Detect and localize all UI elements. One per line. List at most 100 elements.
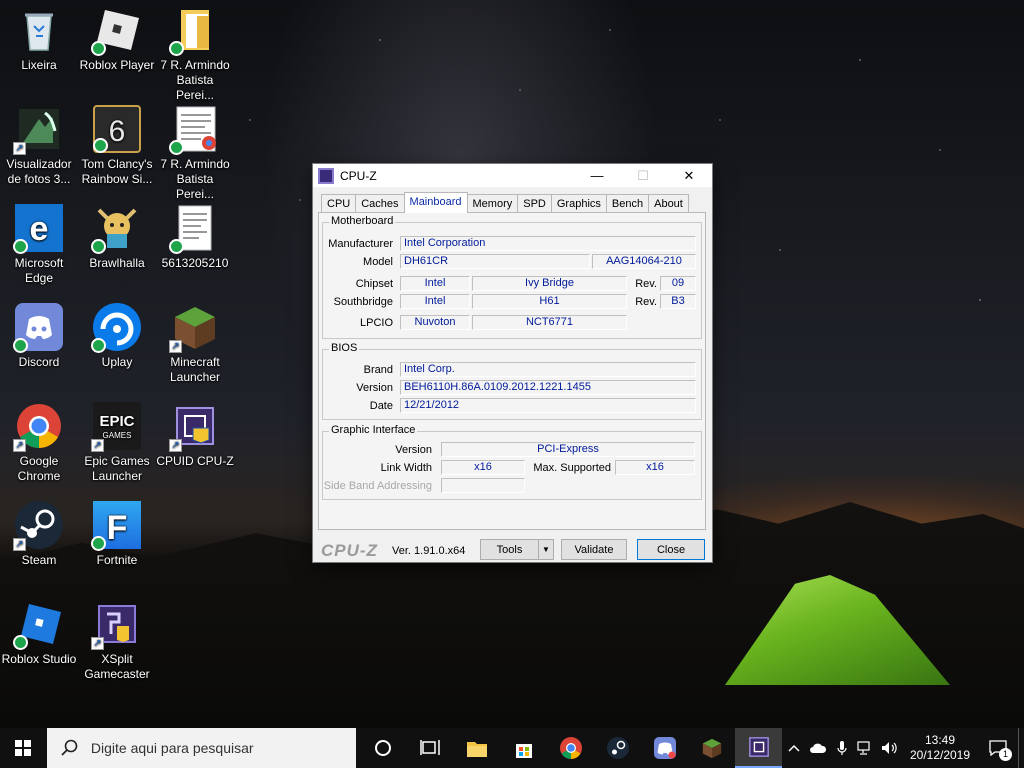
taskbar-store[interactable]: [501, 728, 548, 768]
taskbar-steam[interactable]: [594, 728, 641, 768]
window-titlebar[interactable]: CPU-Z — ☐ ✕: [313, 164, 712, 187]
cortana-icon: [375, 740, 392, 756]
clock[interactable]: 13:49 20/12/2019: [902, 733, 978, 763]
search-placeholder: Digite aqui para pesquisar: [90, 740, 254, 756]
shortcut-arrow-icon: ↗: [13, 538, 26, 551]
window-footer: CPU-Z Ver. 1.91.0.x64 Tools ▼ Validate C…: [313, 536, 712, 562]
taskbar-file-explorer[interactable]: [454, 728, 501, 768]
tab-graphics[interactable]: Graphics: [550, 194, 607, 213]
lpcio-name-value: NCT6771: [472, 315, 627, 330]
minimize-button[interactable]: —: [574, 164, 620, 187]
taskbar-minecraft[interactable]: [688, 728, 735, 768]
desktop-icon-rainbow-six[interactable]: 6 Tom Clancy's Rainbow Si...: [78, 105, 156, 187]
network-icon[interactable]: [854, 728, 878, 768]
tab-spd[interactable]: SPD: [517, 194, 552, 213]
show-desktop-button[interactable]: [1018, 728, 1024, 768]
desktop-icon-brawlhalla[interactable]: Brawlhalla: [78, 204, 156, 271]
cortana-button[interactable]: [360, 728, 407, 768]
recycle-bin-icon: [15, 6, 63, 54]
desktop-icon-minecraft[interactable]: ↗ Minecraft Launcher: [156, 303, 234, 385]
desktop-icon-recycle-bin[interactable]: Lixeira: [0, 6, 78, 73]
folder-icon: [169, 6, 219, 56]
chrome-icon: ↗: [13, 402, 63, 452]
desktop-icon-roblox-player[interactable]: Roblox Player: [78, 6, 156, 73]
group-label: BIOS: [329, 342, 360, 354]
cpuz-window: CPU-Z — ☐ ✕ CPU Caches Mainboard Memory …: [312, 163, 713, 563]
close-button[interactable]: Close: [637, 539, 705, 560]
tab-cpu[interactable]: CPU: [321, 194, 357, 213]
southbridge-label: Southbridge: [333, 296, 393, 308]
system-tray: 13:49 20/12/2019 1: [782, 728, 1024, 768]
tab-bench[interactable]: Bench: [605, 194, 650, 213]
clock-date: 20/12/2019: [909, 748, 971, 762]
discord-icon: [653, 737, 676, 759]
photo-viewer-icon: ↗: [13, 105, 63, 155]
gi-side-band-value: [441, 478, 525, 493]
discord-icon: [13, 303, 63, 353]
close-window-button[interactable]: ✕: [666, 164, 712, 187]
brawlhalla-icon: [91, 204, 141, 254]
model-value: DH61CR: [400, 254, 590, 269]
shortcut-arrow-icon: ↗: [13, 142, 26, 155]
bios-date-value: 12/21/2012: [400, 398, 696, 413]
desktop-icon-fortnite[interactable]: F Fortnite: [78, 501, 156, 568]
tray-overflow-chevron-icon[interactable]: [782, 728, 806, 768]
desktop-icon-label: Brawlhalla: [89, 256, 145, 270]
desktop-icon-chrome[interactable]: ↗ Google Chrome: [0, 402, 78, 484]
maximize-button[interactable]: ☐: [620, 164, 666, 187]
taskbar-search-box[interactable]: Digite aqui para pesquisar: [46, 728, 356, 768]
tab-about[interactable]: About: [648, 194, 689, 213]
chipset-rev-value: 09: [660, 276, 696, 291]
desktop-icon-label: Uplay: [101, 355, 133, 369]
desktop-icon-epic-games[interactable]: EPIC GAMES ↗ Epic Games Launcher: [78, 402, 156, 484]
southbridge-rev-value: B3: [660, 294, 696, 309]
desktop-icon-steam[interactable]: ↗ Steam: [0, 501, 78, 568]
taskbar-discord[interactable]: [641, 728, 688, 768]
action-center-button[interactable]: 1: [978, 728, 1018, 768]
tab-memory[interactable]: Memory: [466, 194, 519, 213]
tab-mainboard[interactable]: Mainboard: [403, 192, 468, 213]
desktop-icon-document-2[interactable]: 5613205210: [156, 204, 234, 271]
task-view-button[interactable]: [407, 728, 454, 768]
desktop-icon-xsplit[interactable]: ↗ XSplit Gamecaster: [78, 600, 156, 682]
cpuz-brand-logo: CPU-Z: [321, 541, 378, 560]
onedrive-icon[interactable]: [806, 728, 830, 768]
tools-button[interactable]: Tools: [480, 539, 539, 560]
gi-link-width-label: Link Width: [380, 462, 432, 474]
desktop-icon-photo-viewer[interactable]: ↗ Visualizador de fotos 3...: [0, 105, 78, 187]
desktop-icon-discord[interactable]: Discord: [0, 303, 78, 370]
start-button[interactable]: [0, 728, 47, 768]
microphone-icon[interactable]: [830, 728, 854, 768]
desktop-icon-label: 5613205210: [161, 256, 229, 270]
desktop-icon-label: XSplit Gamecaster: [84, 652, 150, 681]
sync-check-icon: [169, 41, 184, 56]
southbridge-vendor-value: Intel: [400, 294, 470, 309]
svg-text:EPIC: EPIC: [99, 413, 134, 430]
model-label: Model: [363, 256, 393, 268]
desktop-icon-label: Roblox Player: [79, 58, 155, 72]
desktop-icon-label: 7 R. Armindo Batista Perei...: [160, 58, 230, 102]
taskbar-cpuz[interactable]: [735, 728, 782, 768]
validate-button[interactable]: Validate: [561, 539, 627, 560]
manufacturer-value: Intel Corporation: [400, 236, 696, 251]
chipset-name-value: Ivy Bridge: [472, 276, 627, 291]
desktop-icon-edge[interactable]: e Microsoft Edge: [0, 204, 78, 286]
desktop-icon-uplay[interactable]: Uplay: [78, 303, 156, 370]
microsoft-store-icon: [516, 744, 533, 758]
sync-check-icon: [91, 41, 106, 56]
desktop-icon-folder[interactable]: 7 R. Armindo Batista Perei...: [156, 6, 234, 103]
volume-icon[interactable]: [878, 728, 902, 768]
gi-link-width-value: x16: [441, 460, 525, 475]
version-text: Ver. 1.91.0.x64: [392, 545, 466, 557]
chipset-label: Chipset: [355, 278, 393, 290]
minecraft-icon: [702, 738, 721, 759]
desktop-icon-document-1[interactable]: 7 R. Armindo Batista Perei...: [156, 105, 234, 202]
desktop-icon-label: Microsoft Edge: [14, 256, 64, 285]
graphic-interface-group: Graphic Interface Version PCI-Express Li…: [322, 424, 702, 500]
tools-dropdown-arrow-icon[interactable]: ▼: [538, 539, 554, 560]
taskbar-chrome[interactable]: [548, 728, 595, 768]
desktop-icon-cpuz[interactable]: ↗ CPUID CPU-Z: [156, 402, 234, 469]
desktop-icon-roblox-studio[interactable]: Roblox Studio: [0, 600, 78, 667]
group-label: Graphic Interface: [329, 424, 418, 436]
tab-caches[interactable]: Caches: [355, 194, 405, 213]
